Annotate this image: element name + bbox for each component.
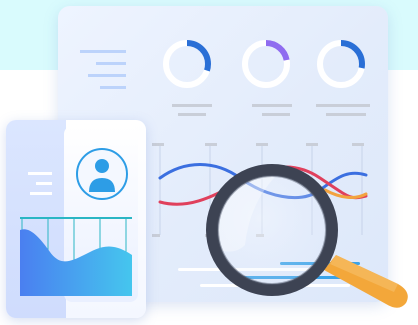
area-fill — [20, 229, 132, 296]
profile-text-placeholder — [28, 172, 52, 195]
magnifying-glass-icon — [206, 164, 408, 308]
area-chart — [20, 217, 132, 296]
user-avatar-icon — [76, 148, 128, 200]
analytics-illustration — [0, 0, 418, 325]
profile-artwork — [20, 148, 408, 308]
